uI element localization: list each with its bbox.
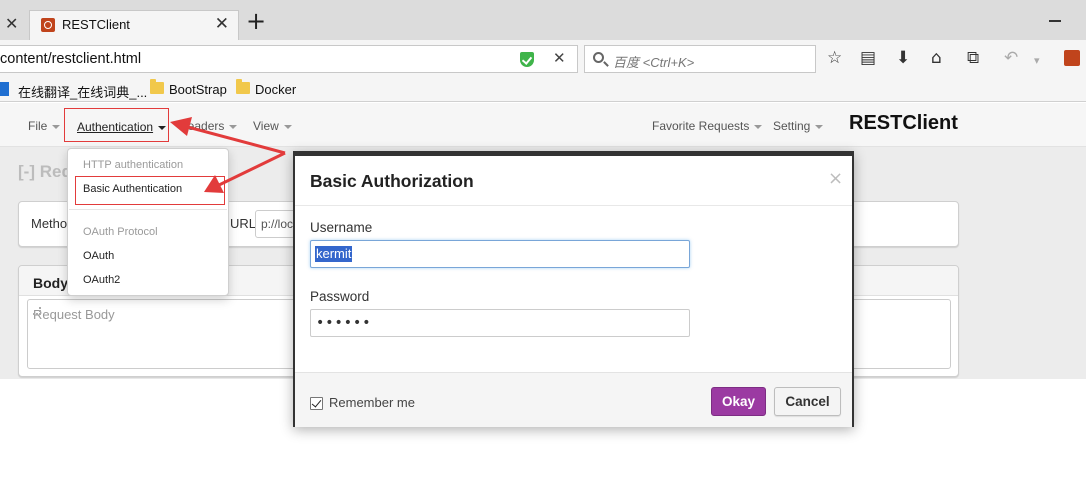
modal-footer: Remember me Okay Cancel [295, 372, 852, 427]
password-label: Password [310, 289, 370, 304]
close-tab-icon[interactable]: ✕ [215, 14, 229, 34]
password-mask: •••••• [316, 315, 372, 331]
menu-item-oauth[interactable]: OAuth [83, 250, 114, 262]
bookmarks-bar: 在线翻译_在线词典_... BootStrap Docker [0, 78, 1086, 102]
dropdown-header-oauth: OAuth Protocol [83, 226, 158, 238]
menu-setting[interactable]: Setting [773, 119, 824, 133]
browser-nav-bar: content/restclient.html ✕ 百度 <Ctrl+K> ☆ … [0, 40, 1086, 78]
request-body-placeholder: Request Body [33, 307, 115, 322]
star-icon[interactable]: ☆ [827, 48, 842, 68]
search-icon [593, 52, 604, 63]
new-tab-icon[interactable]: + [246, 9, 266, 33]
dropdown-header-http: HTTP authentication [83, 159, 184, 171]
chevron-down-icon[interactable]: ▾ [1034, 51, 1040, 71]
close-icon[interactable]: × [828, 168, 843, 189]
dropdown-divider [69, 209, 227, 210]
modal-title: Basic Authorization [310, 171, 474, 191]
app-navbar: File Authentication Headers View Favorit… [0, 103, 1086, 147]
username-value: kermit [315, 246, 353, 262]
url-label: URL [230, 216, 257, 231]
menu-favorite-requests[interactable]: Favorite Requests [652, 119, 763, 133]
search-input[interactable]: 百度 <Ctrl+K> [584, 45, 816, 73]
reading-list-icon[interactable]: ▤ [860, 48, 876, 68]
resize-handle-icon[interactable] [33, 307, 41, 315]
restclient-favicon-icon [41, 18, 55, 32]
basic-authorization-modal: Basic Authorization × Username kermit Pa… [293, 151, 854, 427]
search-placeholder: 百度 <Ctrl+K> [613, 55, 695, 70]
request-section-title[interactable]: [-] Req [18, 162, 72, 182]
translate-bookmark-icon [0, 82, 9, 96]
shield-icon[interactable] [520, 52, 534, 67]
clear-url-icon[interactable]: ✕ [553, 49, 566, 67]
app-brand[interactable]: RESTClient [849, 112, 958, 135]
okay-button[interactable]: Okay [711, 387, 766, 416]
authentication-dropdown: HTTP authentication Basic Authentication… [67, 148, 229, 296]
remember-me-checkbox[interactable] [310, 397, 323, 410]
browser-tab[interactable]: RESTClient ✕ [29, 10, 239, 40]
menu-item-basic-authentication[interactable]: Basic Authentication [83, 183, 182, 195]
folder-icon [236, 79, 250, 94]
url-text: content/restclient.html [0, 51, 142, 67]
restclient-extension-icon[interactable] [1064, 50, 1080, 66]
close-tab-icon[interactable]: ✕ [5, 14, 18, 33]
remember-me-label[interactable]: Remember me [329, 395, 415, 410]
menu-item-oauth2[interactable]: OAuth2 [83, 274, 120, 286]
bookmark-translate[interactable]: 在线翻译_在线词典_... [18, 82, 147, 101]
bookmark-bootstrap[interactable]: BootStrap [169, 82, 227, 97]
minimize-window-icon[interactable] [1049, 20, 1061, 22]
modal-divider [295, 205, 852, 206]
menu-headers[interactable]: Headers [179, 119, 238, 133]
request-url-value: p://loc [261, 217, 294, 231]
crop-icon[interactable]: ⧉ [967, 48, 979, 68]
undo-icon[interactable]: ↶ [1004, 48, 1018, 68]
download-icon[interactable]: ⬇ [896, 48, 910, 68]
home-icon[interactable]: ⌂ [931, 48, 942, 68]
bookmark-docker[interactable]: Docker [255, 82, 296, 97]
folder-icon [150, 79, 164, 94]
username-label: Username [310, 220, 373, 235]
cancel-button[interactable]: Cancel [774, 387, 841, 416]
tab-title: RESTClient [62, 17, 130, 32]
username-field[interactable]: kermit [310, 240, 690, 268]
menu-file[interactable]: File [28, 119, 61, 133]
method-label: Metho [31, 216, 68, 231]
menu-view[interactable]: View [253, 119, 292, 133]
body-label: Body [33, 275, 68, 291]
menu-authentication[interactable]: Authentication [64, 108, 169, 142]
address-bar[interactable]: content/restclient.html ✕ [0, 45, 578, 73]
browser-tab-bar: ✕ RESTClient ✕ + [0, 0, 1086, 40]
password-field[interactable]: •••••• [310, 309, 690, 337]
